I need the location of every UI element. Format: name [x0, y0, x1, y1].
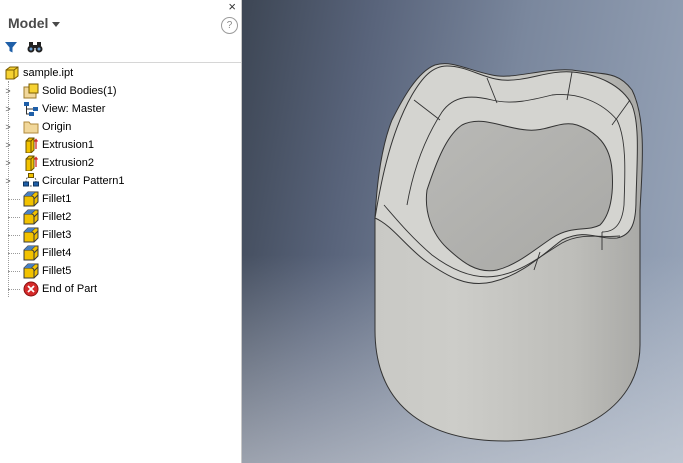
tree-root-label: sample.ipt	[23, 67, 74, 79]
extrusion-icon	[25, 137, 39, 153]
tree-root-sample-ipt[interactable]: sample.ipt	[0, 64, 241, 82]
circular-pattern-icon	[23, 173, 39, 187]
tree-item-label: Circular Pattern1	[42, 175, 125, 187]
model-title-label: Model	[8, 15, 49, 31]
tree-item-label: Fillet5	[42, 265, 72, 277]
chevron-right-icon[interactable]: >	[3, 100, 13, 118]
tree-item-solid-bodies[interactable]: > Solid Bodies(1)	[0, 82, 241, 100]
help-icon[interactable]: ?	[221, 17, 238, 34]
chevron-right-icon[interactable]: >	[3, 172, 13, 190]
tree-item-fillet3[interactable]: Fillet3	[0, 226, 241, 244]
tree-item-circular-pattern1[interactable]: > Circular Pattern1	[0, 172, 241, 190]
tree-item-origin[interactable]: > Origin	[0, 118, 241, 136]
close-button[interactable]: ×	[228, 0, 236, 14]
model-dropdown[interactable]: Model	[8, 15, 61, 31]
view-icon	[24, 102, 38, 116]
fillet-icon	[23, 191, 39, 207]
fillet-icon	[23, 227, 39, 243]
tree-connector	[8, 199, 20, 200]
tree-item-label: Extrusion2	[42, 157, 94, 169]
tree-item-extrusion2[interactable]: > Extrusion2	[0, 154, 241, 172]
tree-connector	[8, 253, 20, 254]
tree-item-label: End of Part	[42, 283, 98, 295]
solid-bodies-icon	[23, 83, 39, 99]
fillet-icon	[23, 245, 39, 261]
tree-item-end-of-part[interactable]: End of Part	[0, 280, 241, 298]
tree-item-label: Origin	[42, 121, 72, 133]
3d-part-model[interactable]	[242, 0, 683, 463]
tree-item-fillet4[interactable]: Fillet4	[0, 244, 241, 262]
tree-connector	[8, 235, 20, 236]
tree-item-label: View: Master	[42, 103, 106, 115]
tree-item-label: Extrusion1	[42, 139, 94, 151]
tree-item-label: Fillet2	[42, 211, 72, 223]
chevron-right-icon[interactable]: >	[3, 154, 13, 172]
extrusion-icon	[25, 155, 39, 171]
chevron-right-icon[interactable]: >	[3, 136, 13, 154]
fillet-icon	[23, 263, 39, 279]
part-file-icon	[5, 66, 19, 80]
folder-icon	[23, 121, 39, 134]
tree-connector	[8, 289, 20, 290]
tree-connector	[8, 271, 20, 272]
tree-item-fillet2[interactable]: Fillet2	[0, 208, 241, 226]
tree-item-label: Fillet4	[42, 247, 72, 259]
tree-connector	[8, 217, 20, 218]
fillet-icon	[23, 209, 39, 225]
tree-item-label: Fillet1	[42, 193, 72, 205]
end-of-part-icon	[23, 281, 39, 297]
tree-item-label: Fillet3	[42, 229, 72, 241]
tree-item-fillet1[interactable]: Fillet1	[0, 190, 241, 208]
3d-viewport[interactable]	[242, 0, 683, 463]
chevron-right-icon[interactable]: >	[3, 118, 13, 136]
tree-item-view-master[interactable]: > View: Master	[0, 100, 241, 118]
binoculars-icon[interactable]	[27, 40, 43, 54]
tree-item-label: Solid Bodies(1)	[42, 85, 117, 97]
tree-item-extrusion1[interactable]: > Extrusion1	[0, 136, 241, 154]
tree-item-fillet5[interactable]: Fillet5	[0, 262, 241, 280]
filter-icon[interactable]	[4, 40, 18, 54]
panel-header: Model × ?	[0, 0, 241, 63]
chevron-right-icon[interactable]: >	[3, 82, 13, 100]
model-browser-panel: Model × ? sample.ipt > Solid Bodies(1) >…	[0, 0, 242, 463]
chevron-down-icon	[52, 21, 61, 27]
